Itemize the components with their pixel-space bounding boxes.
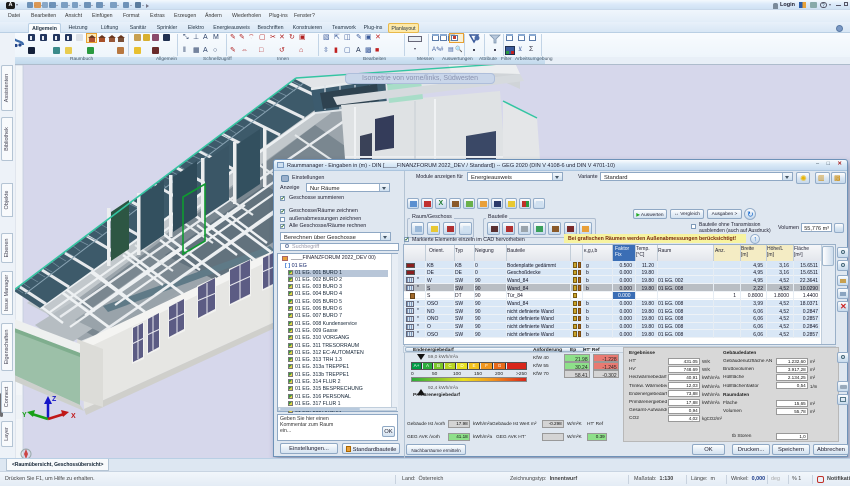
svg-text:Y: Y	[22, 412, 27, 419]
svg-text:X: X	[71, 413, 76, 420]
svg-text:Z: Z	[52, 396, 57, 403]
